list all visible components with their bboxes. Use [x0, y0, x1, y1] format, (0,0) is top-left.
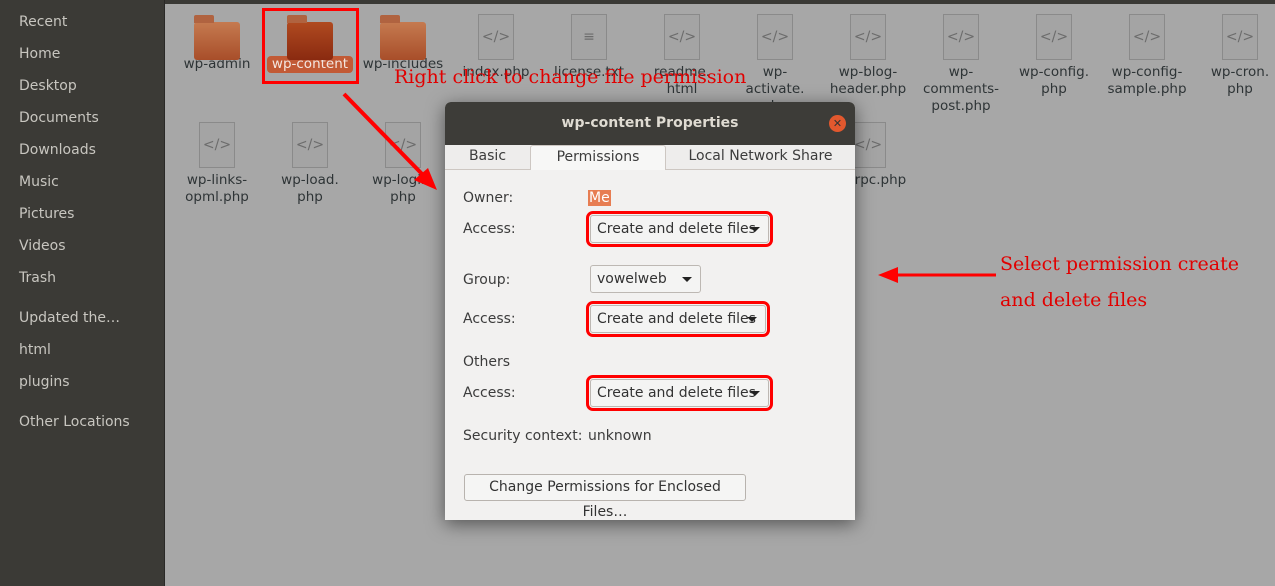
code-file-icon: </>	[850, 122, 886, 168]
sidebar-bookmark-updated[interactable]: Updated the…	[0, 308, 164, 340]
file-item[interactable]: wp-admin	[171, 10, 263, 73]
code-file-icon: </>	[1129, 14, 1165, 60]
file-item[interactable]: wp-includes	[357, 10, 449, 73]
file-item[interactable]: </> wp-cron. php	[1194, 10, 1275, 98]
file-item[interactable]: </> wp-config. php	[1008, 10, 1100, 98]
others-access-value: Create and delete files	[597, 385, 756, 401]
sidebar-item-music[interactable]: Music	[0, 172, 164, 204]
owner-access-label: Access:	[463, 221, 516, 237]
annotation-right-click: Right click to change file permission	[394, 66, 747, 88]
file-name: wp-links- opml.php	[185, 172, 249, 205]
tab-permissions[interactable]: Permissions	[530, 145, 666, 170]
owner-label: Owner:	[463, 190, 514, 206]
dropdown-arrow-icon	[682, 277, 692, 282]
file-item[interactable]: </> wp- comments- post.php	[915, 10, 1007, 115]
group-dropdown[interactable]: vowelweb	[590, 265, 701, 293]
sidebar-item-downloads[interactable]: Downloads	[0, 140, 164, 172]
file-name: wp-config- sample.php	[1107, 64, 1187, 97]
group-access-value: Create and delete files	[597, 311, 756, 327]
owner-access-dropdown[interactable]: Create and delete files	[586, 211, 773, 247]
group-access-label: Access:	[463, 311, 516, 327]
security-context-label: Security context:	[463, 428, 583, 444]
others-access-label: Access:	[463, 385, 516, 401]
code-file-icon: </>	[1036, 14, 1072, 60]
group-access-dropdown[interactable]: Create and delete files	[586, 301, 770, 337]
code-file-icon: </>	[943, 14, 979, 60]
owner-access-value: Create and delete files	[597, 221, 756, 237]
annotation-select-permission: Select permission create and delete file…	[1000, 246, 1239, 318]
code-file-icon: </>	[664, 14, 700, 60]
file-name: wp-load. php	[281, 172, 339, 205]
sidebar-item-videos[interactable]: Videos	[0, 236, 164, 268]
change-enclosed-permissions-button[interactable]: Change Permissions for Enclosed Files…	[464, 474, 746, 520]
tab-basic[interactable]: Basic	[445, 145, 530, 170]
file-name: wp-cron. php	[1210, 64, 1270, 97]
dropdown-arrow-icon	[750, 227, 760, 232]
dropdown-arrow-icon	[750, 391, 760, 396]
sidebar-item-desktop[interactable]: Desktop	[0, 76, 164, 108]
others-label: Others	[463, 354, 511, 370]
sidebar-bookmark-html[interactable]: html	[0, 340, 164, 372]
file-item[interactable]: </> wp-config- sample.php	[1101, 10, 1193, 98]
sidebar-item-pictures[interactable]: Pictures	[0, 204, 164, 236]
file-item[interactable]: </> wp-links- opml.php	[171, 118, 263, 206]
file-item[interactable]: </>wp- activate. php	[729, 10, 821, 115]
folder-icon	[194, 15, 240, 60]
file-item[interactable]: </> wp-blog- header.php	[822, 10, 914, 98]
file-name: wp-login. php	[372, 172, 434, 205]
text-file-icon: ≡	[571, 14, 607, 60]
file-name: wp-blog- header.php	[829, 64, 907, 97]
tab-local-network-share[interactable]: Local Network Share	[666, 145, 855, 170]
annotation-line-1: Select permission create	[1000, 253, 1239, 275]
code-file-icon: </>	[478, 14, 514, 60]
file-name: wp- comments- post.php	[922, 64, 1000, 114]
group-label: Group:	[463, 272, 511, 288]
group-value: vowelweb	[597, 271, 667, 287]
sidebar-item-home[interactable]: Home	[0, 44, 164, 76]
code-file-icon: </>	[199, 122, 235, 168]
tab-bar: Basic Permissions Local Network Share	[445, 145, 855, 170]
security-context-value: unknown	[588, 428, 652, 444]
dialog-titlebar: wp-content Properties ✕	[445, 102, 855, 145]
code-file-icon: </>	[385, 122, 421, 168]
close-icon[interactable]: ✕	[829, 115, 846, 132]
sidebar-other-locations[interactable]: Other Locations	[0, 412, 164, 444]
others-access-dropdown[interactable]: Create and delete files	[586, 375, 773, 411]
code-file-icon: </>	[1222, 14, 1258, 60]
dropdown-arrow-icon	[747, 317, 757, 322]
code-file-icon: </>	[850, 14, 886, 60]
code-file-icon: </>	[292, 122, 328, 168]
file-name: wp-config. php	[1018, 64, 1090, 97]
sidebar-item-documents[interactable]: Documents	[0, 108, 164, 140]
dialog-title: wp-content Properties	[561, 115, 739, 131]
annotation-line-2: and delete files	[1000, 289, 1148, 311]
folder-icon	[380, 15, 426, 60]
highlight-wp-content	[262, 8, 359, 84]
sidebar-bookmark-plugins[interactable]: plugins	[0, 372, 164, 404]
properties-dialog: wp-content Properties ✕ Basic Permission…	[445, 102, 855, 520]
code-file-icon: </>	[757, 14, 793, 60]
sidebar: Recent Home Desktop Documents Downloads …	[0, 0, 165, 586]
sidebar-item-trash[interactable]: Trash	[0, 268, 164, 300]
file-item[interactable]: </> wp-login. php	[357, 118, 449, 206]
owner-value: Me	[588, 190, 611, 206]
file-item[interactable]: </> wp-load. php	[264, 118, 356, 206]
sidebar-item-recent[interactable]: Recent	[0, 12, 164, 44]
